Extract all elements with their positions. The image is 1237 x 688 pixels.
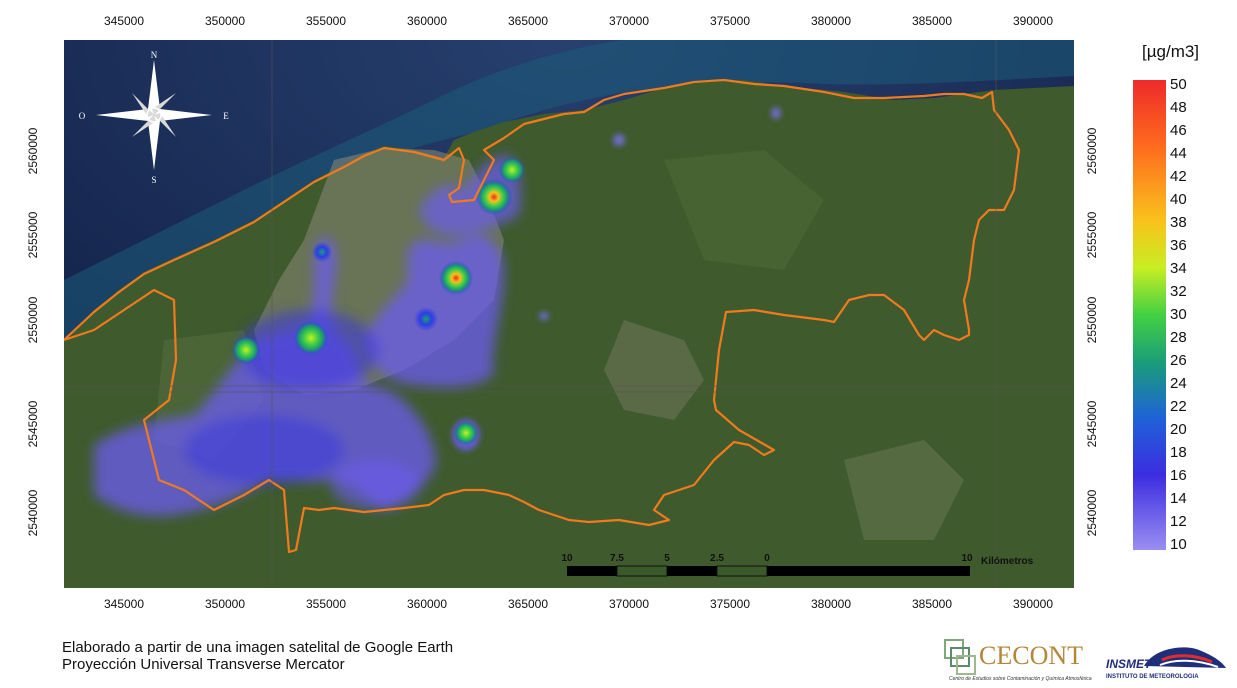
plume-spot [771, 107, 781, 119]
cecont-logo-title: CECONT [979, 641, 1083, 670]
x-tick: 345000 [103, 597, 145, 611]
y-tick: 2540000 [26, 489, 40, 537]
legend-label: 36 [1170, 237, 1187, 254]
legend-label: 22 [1170, 398, 1187, 415]
x-tick: 345000 [103, 14, 145, 28]
x-tick: 375000 [709, 14, 751, 28]
y-tick: 2545000 [1085, 400, 1099, 448]
cecont-logo: CECONT Centro de Estudios sobre Contamin… [944, 639, 1092, 682]
hotspot [232, 336, 260, 364]
compass-n-label: N [151, 50, 158, 60]
y-tick: 2555000 [26, 211, 40, 259]
legend-label: 44 [1170, 145, 1187, 162]
x-axis-top: 345000 350000 355000 360000 365000 37000… [0, 14, 1237, 34]
legend-label: 24 [1170, 375, 1187, 392]
legend-label: 48 [1170, 99, 1187, 116]
x-tick: 380000 [810, 14, 852, 28]
legend-label: 26 [1170, 352, 1187, 369]
compass-e-label: E [223, 111, 229, 121]
scale-segment [716, 565, 768, 577]
legend-label: 16 [1170, 467, 1187, 484]
footer-source-text: Elaborado a partir de una imagen satelit… [62, 639, 454, 656]
x-tick: 385000 [911, 597, 953, 611]
scale-label: 7.5 [610, 553, 624, 564]
scale-segment [567, 566, 617, 576]
x-axis-bottom: 345000 350000 355000 360000 365000 37000… [0, 597, 1237, 617]
y-tick: 2545000 [26, 400, 40, 448]
legend-label: 50 [1170, 76, 1187, 93]
legend-label: 12 [1170, 513, 1187, 530]
x-tick: 390000 [1012, 597, 1054, 611]
legend-label: 40 [1170, 191, 1187, 208]
scale-segment [616, 565, 668, 577]
x-tick: 350000 [204, 14, 246, 28]
legend-label: 32 [1170, 283, 1187, 300]
x-tick: 360000 [406, 14, 448, 28]
legend-label: 46 [1170, 122, 1187, 139]
legend-label: 10 [1170, 536, 1187, 553]
insmet-logo-title: INSMET [1106, 657, 1153, 671]
x-tick: 365000 [507, 14, 549, 28]
x-tick: 355000 [305, 14, 347, 28]
x-tick: 380000 [810, 597, 852, 611]
scale-label: 5 [664, 553, 670, 564]
footer-projection-text: Proyección Universal Transverse Mercator [62, 656, 345, 673]
hotspot [499, 157, 525, 183]
scale-label: 2.5 [710, 553, 724, 564]
legend-label: 18 [1170, 444, 1187, 461]
legend-label: 14 [1170, 490, 1187, 507]
x-tick: 370000 [608, 14, 650, 28]
legend-label: 28 [1170, 329, 1187, 346]
y-tick: 2560000 [26, 127, 40, 175]
x-tick: 385000 [911, 14, 953, 28]
legend-label: 34 [1170, 260, 1187, 277]
y-tick: 2555000 [1085, 211, 1099, 259]
scale-unit: Kilómetros [981, 556, 1034, 567]
x-tick: 360000 [406, 597, 448, 611]
scale-segment [767, 566, 970, 576]
hotspot [294, 321, 328, 355]
y-tick: 2550000 [1085, 296, 1099, 344]
hotspot [414, 307, 438, 331]
legend-color-bar [1133, 80, 1166, 550]
plume-spot [613, 134, 625, 146]
legend-label: 30 [1170, 306, 1187, 323]
y-tick: 2540000 [1085, 489, 1099, 537]
cecont-logo-subtitle: Centro de Estudios sobre Contaminación y… [949, 676, 1092, 682]
insmet-logo-subtitle: INSTITUTO DE METEOROLOGIA [1106, 674, 1199, 680]
hotspot [439, 261, 473, 295]
x-tick: 390000 [1012, 14, 1054, 28]
legend-label: 42 [1170, 168, 1187, 185]
legend-label: 38 [1170, 214, 1187, 231]
hotspot [454, 421, 478, 445]
plume-south [331, 460, 421, 510]
satellite-map[interactable]: N S E O 10 7.5 5 2.5 0 10 Kilómetros [64, 40, 1074, 588]
y-tick: 2550000 [26, 296, 40, 344]
hotspot [312, 242, 332, 262]
plume-core [184, 415, 344, 485]
scale-label: 10 [961, 553, 973, 564]
insmet-logo: INSMET INSTITUTO DE METEOROLOGIA [1106, 647, 1226, 680]
compass-w-label: O [79, 111, 86, 121]
x-tick: 370000 [608, 597, 650, 611]
legend-unit: [µg/m3] [1142, 42, 1200, 61]
y-tick: 2560000 [1085, 127, 1099, 175]
scale-label: 0 [764, 553, 770, 564]
scale-label: 10 [561, 553, 573, 564]
plume-spot [539, 312, 549, 320]
x-tick: 375000 [709, 597, 751, 611]
scale-segment [667, 566, 717, 576]
x-tick: 355000 [305, 597, 347, 611]
x-tick: 365000 [507, 597, 549, 611]
x-tick: 350000 [204, 597, 246, 611]
legend-label: 20 [1170, 421, 1187, 438]
compass-s-label: S [151, 175, 156, 185]
